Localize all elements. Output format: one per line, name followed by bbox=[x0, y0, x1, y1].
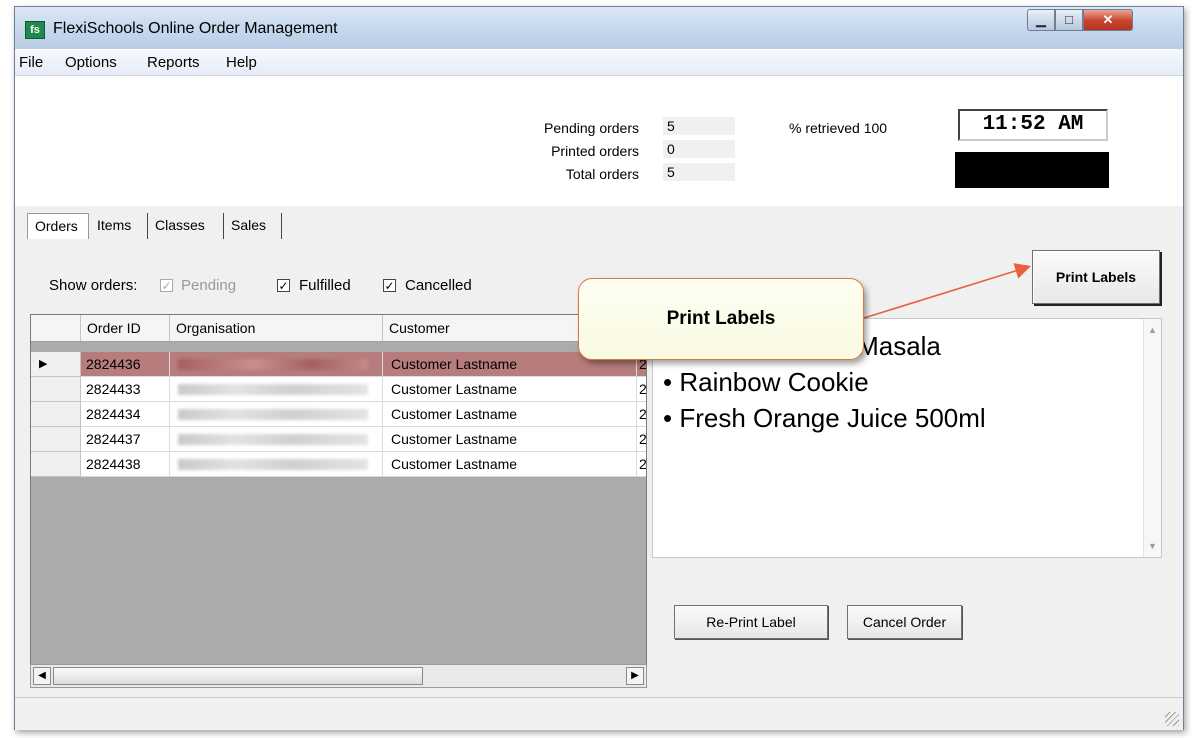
app-logo-icon: fs bbox=[25, 21, 45, 39]
table-row[interactable]: ▶ 2824436 Customer Lastname 2 bbox=[31, 352, 646, 377]
menu-file[interactable]: File bbox=[19, 54, 43, 71]
tab-orders[interactable]: Orders bbox=[27, 213, 89, 239]
row-header bbox=[31, 427, 81, 452]
grid-horizontal-scrollbar[interactable]: ◀ ▶ bbox=[30, 664, 647, 688]
pending-label: Pending bbox=[181, 277, 237, 294]
grid-header: Order ID Organisation Customer bbox=[31, 315, 646, 342]
row-pointer-icon: ▶ bbox=[31, 352, 81, 377]
order-id-cell[interactable]: 2824434 bbox=[81, 402, 170, 427]
order-item-line: • Rainbow Cookie bbox=[663, 367, 869, 397]
column-organisation[interactable]: Organisation bbox=[170, 315, 383, 341]
customer-cell[interactable]: Customer Lastname bbox=[383, 377, 637, 402]
truncated-cell: 2 bbox=[637, 427, 646, 452]
clock-display: 11:52 AM bbox=[958, 109, 1108, 141]
items-vertical-scrollbar[interactable]: ▲ ▼ bbox=[1143, 319, 1161, 557]
table-row[interactable]: 2824434 Customer Lastname 2 bbox=[31, 402, 646, 427]
organisation-cell[interactable] bbox=[170, 427, 383, 452]
pending-orders-value: 5 bbox=[663, 117, 735, 135]
print-labels-button[interactable]: Print Labels bbox=[1032, 250, 1160, 304]
cancelled-checkbox[interactable]: ✓ bbox=[383, 279, 396, 292]
row-header bbox=[31, 377, 81, 402]
redacted-text bbox=[178, 409, 368, 420]
redacted-text bbox=[178, 434, 368, 445]
scroll-thumb[interactable] bbox=[53, 667, 423, 685]
status-bar bbox=[15, 697, 1183, 730]
table-row[interactable]: 2824437 Customer Lastname 2 bbox=[31, 427, 646, 452]
customer-cell[interactable]: Customer Lastname bbox=[383, 452, 637, 477]
pending-orders-label: Pending orders bbox=[544, 120, 639, 136]
resize-grip-icon[interactable] bbox=[1165, 712, 1179, 726]
show-orders-label: Show orders: bbox=[49, 277, 138, 294]
orders-grid: Order ID Organisation Customer ▶ 2824436… bbox=[30, 314, 647, 688]
menu-bar: File Options Reports Help bbox=[15, 49, 1183, 76]
printed-orders-value: 0 bbox=[663, 140, 735, 158]
table-row[interactable]: 2824438 Customer Lastname 2 bbox=[31, 452, 646, 477]
scroll-up-icon[interactable]: ▲ bbox=[1144, 325, 1161, 335]
maximize-button[interactable]: □ bbox=[1055, 9, 1083, 31]
truncated-cell: 2 bbox=[637, 452, 646, 477]
menu-reports[interactable]: Reports bbox=[147, 54, 200, 71]
cancelled-label: Cancelled bbox=[405, 277, 472, 294]
tab-classes[interactable]: Classes bbox=[148, 213, 224, 239]
minimize-button[interactable]: ▁ bbox=[1027, 9, 1055, 31]
total-orders-value: 5 bbox=[663, 163, 735, 181]
order-id-cell[interactable]: 2824436 bbox=[81, 352, 170, 377]
retrieved-percent: % retrieved 100 bbox=[789, 120, 888, 136]
reprint-label-button[interactable]: Re-Print Label bbox=[674, 605, 828, 639]
order-id-cell[interactable]: 2824437 bbox=[81, 427, 170, 452]
row-header bbox=[31, 452, 81, 477]
redacted-text bbox=[178, 384, 368, 395]
app-window: fs FlexiSchools Online Order Management … bbox=[14, 6, 1184, 730]
total-orders-label: Total orders bbox=[565, 166, 639, 182]
customer-cell[interactable]: Customer Lastname bbox=[383, 402, 637, 427]
menu-help[interactable]: Help bbox=[226, 54, 257, 71]
scroll-left-icon[interactable]: ◀ bbox=[33, 667, 51, 685]
truncated-cell: 2 bbox=[637, 402, 646, 427]
fulfilled-label: Fulfilled bbox=[299, 277, 351, 294]
status-display bbox=[955, 152, 1109, 188]
fulfilled-checkbox[interactable]: ✓ bbox=[277, 279, 290, 292]
customer-cell[interactable]: Customer Lastname bbox=[383, 427, 637, 452]
truncated-cell: 2 bbox=[637, 377, 646, 402]
tab-items[interactable]: Items bbox=[90, 213, 148, 239]
organisation-cell[interactable] bbox=[170, 402, 383, 427]
order-item-line: • Fresh Orange Juice 500ml bbox=[663, 403, 986, 433]
scroll-right-icon[interactable]: ▶ bbox=[626, 667, 644, 685]
redacted-text bbox=[178, 359, 368, 370]
organisation-cell[interactable] bbox=[170, 452, 383, 477]
organisation-cell[interactable] bbox=[170, 377, 383, 402]
order-id-cell[interactable]: 2824438 bbox=[81, 452, 170, 477]
grid-corner bbox=[31, 315, 81, 341]
organisation-cell[interactable] bbox=[170, 352, 383, 377]
menu-options[interactable]: Options bbox=[65, 54, 117, 71]
row-header bbox=[31, 402, 81, 427]
window-title: FlexiSchools Online Order Management bbox=[53, 20, 338, 37]
column-order-id[interactable]: Order ID bbox=[81, 315, 170, 341]
order-id-cell[interactable]: 2824433 bbox=[81, 377, 170, 402]
table-row[interactable]: 2824433 Customer Lastname 2 bbox=[31, 377, 646, 402]
close-button[interactable]: ✕ bbox=[1083, 9, 1133, 31]
pending-checkbox[interactable]: ✓ bbox=[160, 279, 173, 292]
printed-orders-label: Printed orders bbox=[551, 143, 639, 159]
cancel-order-button[interactable]: Cancel Order bbox=[847, 605, 962, 639]
redacted-text bbox=[178, 459, 368, 470]
print-labels-callout: Print Labels bbox=[578, 278, 864, 360]
scroll-down-icon[interactable]: ▼ bbox=[1144, 541, 1161, 551]
tab-sales[interactable]: Sales bbox=[224, 213, 282, 239]
title-bar: fs FlexiSchools Online Order Management … bbox=[15, 7, 1183, 50]
